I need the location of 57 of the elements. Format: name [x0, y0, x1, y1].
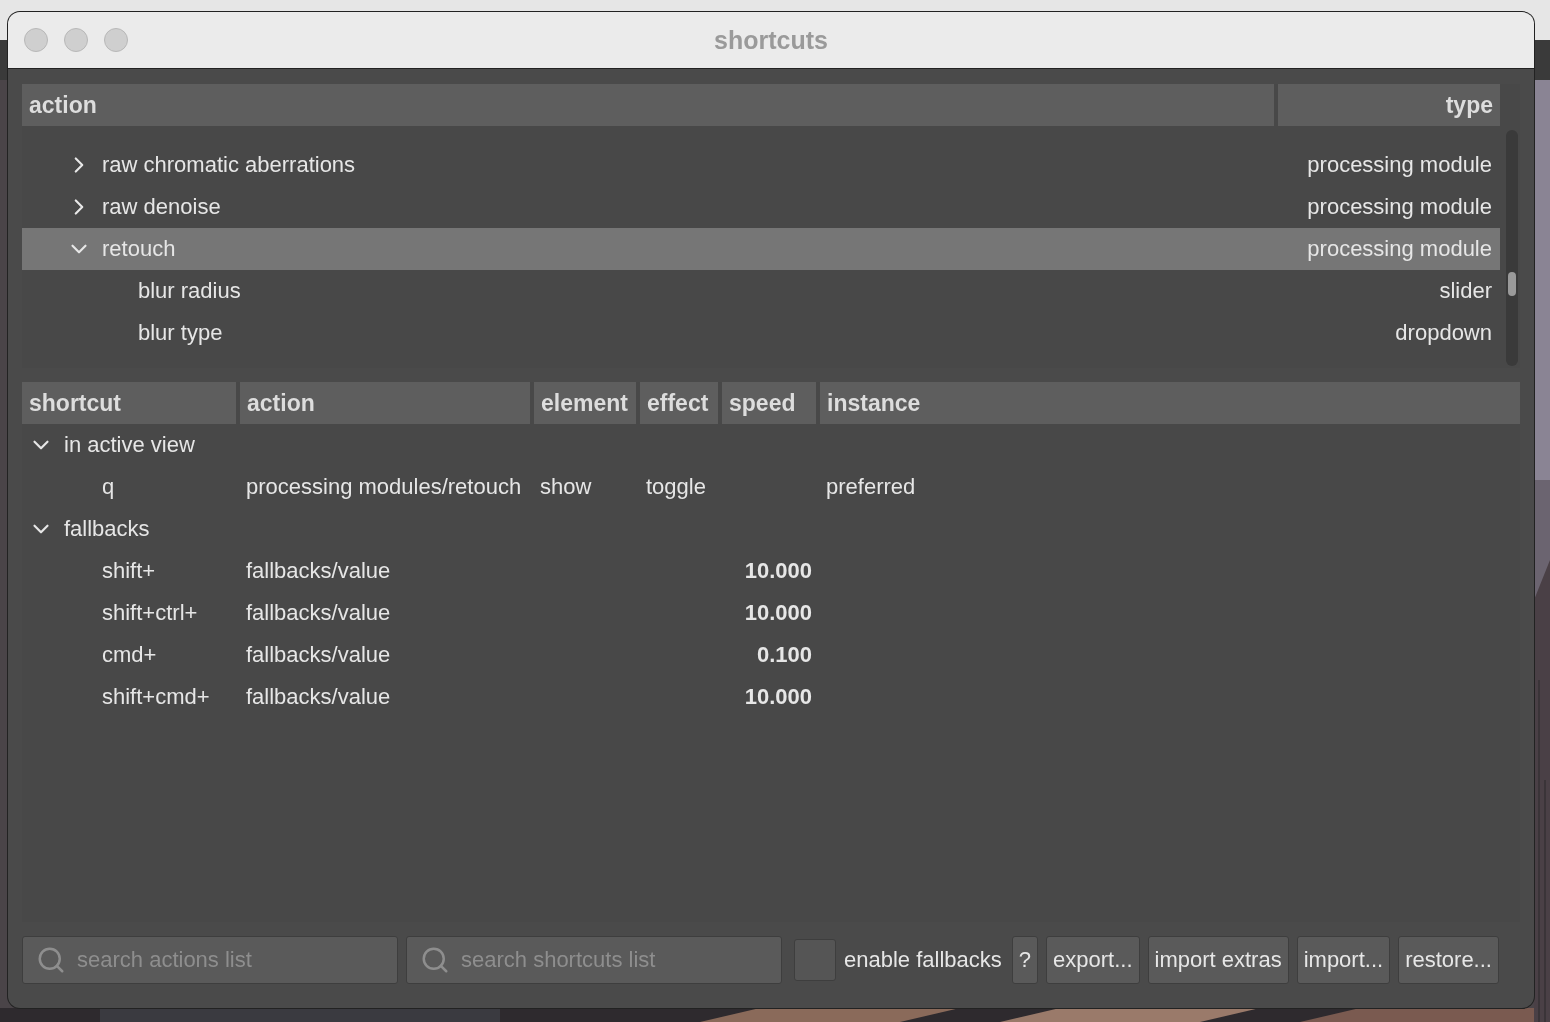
- column-header[interactable]: action: [22, 84, 1274, 126]
- shortcut-row[interactable]: shift+ fallbacks/value 10.000: [22, 550, 1520, 592]
- search-icon: [36, 945, 66, 975]
- tree-row[interactable]: raw chromatic aberrations processing module: [22, 144, 1500, 186]
- shortcut-row[interactable]: shift+ctrl+ fallbacks/value 10.000: [22, 592, 1520, 634]
- action-label: raw denoise: [102, 194, 221, 220]
- tree-row[interactable]: retouch processing module: [22, 228, 1500, 270]
- element-cell-text: show: [539, 474, 593, 500]
- shortcut-row[interactable]: q processing modules/retouch show toggle preferred: [22, 466, 1520, 508]
- search-icon: [420, 945, 450, 975]
- instance-cell-text: preferred: [825, 474, 917, 500]
- column-header[interactable]: action: [240, 382, 530, 424]
- column-header[interactable]: type: [1278, 84, 1500, 126]
- toolbar-button[interactable]: restore...: [1398, 936, 1499, 984]
- action-cell-text: fallbacks/value: [245, 642, 392, 668]
- column-header[interactable]: effect: [640, 382, 718, 424]
- column-header[interactable]: instance: [820, 382, 1520, 424]
- type-label: processing module: [1307, 152, 1492, 178]
- action-label: blur radius: [138, 278, 241, 304]
- type-label: processing module: [1307, 236, 1492, 262]
- action-cell-text: processing modules/retouch: [245, 474, 523, 500]
- window-title: shortcuts: [714, 25, 828, 55]
- shortcut-cell-text: shift+cmd+: [101, 684, 211, 710]
- effect-cell-text: toggle: [645, 474, 707, 500]
- speed-cell-text: 10.000: [743, 600, 813, 626]
- type-label: processing module: [1307, 194, 1492, 220]
- tree-row[interactable]: blur radius slider: [22, 270, 1500, 312]
- shortcut-cell-text: q: [101, 474, 116, 500]
- action-label: retouch: [102, 236, 176, 262]
- type-label: dropdown: [1395, 320, 1492, 346]
- action-cell-text: fallbacks/value: [245, 684, 392, 710]
- scrollbar[interactable]: [1506, 130, 1518, 366]
- toolbar-button[interactable]: import extras: [1147, 936, 1289, 984]
- speed-cell-text: 0.100: [755, 642, 813, 668]
- toolbar-button[interactable]: ?: [1011, 936, 1039, 984]
- column-header[interactable]: shortcut: [22, 382, 236, 424]
- tree-row[interactable]: blur type dropdown: [22, 312, 1500, 354]
- group-label: fallbacks: [64, 516, 150, 542]
- speed-cell-text: 10.000: [743, 684, 813, 710]
- shortcut-cell-text: shift+ctrl+: [101, 600, 199, 626]
- type-label: slider: [1439, 278, 1492, 304]
- shortcut-row[interactable]: shift+cmd+ fallbacks/value 10.000: [22, 676, 1520, 718]
- column-header[interactable]: speed: [722, 382, 816, 424]
- shortcut-cell-text: shift+: [101, 558, 157, 584]
- toolbar-button[interactable]: export...: [1046, 936, 1140, 984]
- group-label: in active view: [64, 432, 195, 458]
- action-cell-text: fallbacks/value: [245, 600, 392, 626]
- column-header[interactable]: element: [534, 382, 636, 424]
- action-label: raw chromatic aberrations: [102, 152, 356, 178]
- shortcut-row[interactable]: cmd+ fallbacks/value 0.100: [22, 634, 1520, 676]
- speed-cell-text: 10.000: [743, 558, 813, 584]
- action-label: blur type: [138, 320, 223, 346]
- tree-row[interactable]: raw denoise processing module: [22, 186, 1500, 228]
- shortcut-cell-text: cmd+: [101, 642, 158, 668]
- checkbox-label: enable fallbacks: [844, 947, 1002, 973]
- action-cell-text: fallbacks/value: [245, 558, 392, 584]
- toolbar-button[interactable]: import...: [1296, 936, 1391, 984]
